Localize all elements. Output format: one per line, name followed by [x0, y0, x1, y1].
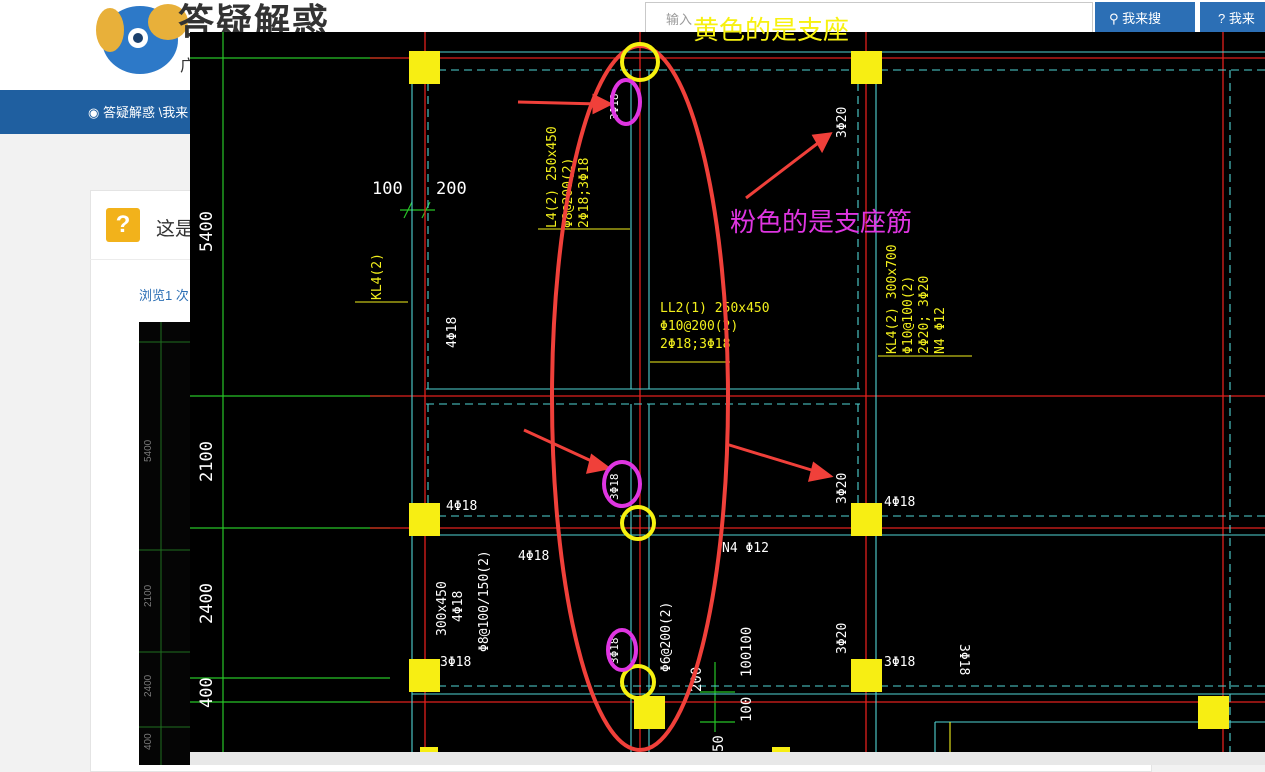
rebar-label: 4Φ18: [518, 549, 549, 564]
rebar-label: 4Φ18: [446, 499, 477, 514]
beam-label: 2Φ18;3Φ18: [660, 337, 730, 352]
column-support: [409, 659, 440, 692]
ask-button[interactable]: ? 我来: [1200, 2, 1265, 36]
rebar-markers: [602, 78, 642, 672]
cad-drawing-image[interactable]: 5400 2100 2400 400 100 200 100 100 100 2…: [190, 32, 1265, 752]
breadcrumb-text: 答疑解惑 \我来: [102, 105, 189, 120]
dimension-label: 50: [711, 735, 727, 752]
beam-label: KL4(2): [370, 253, 385, 300]
arrow-head-icon: [807, 461, 834, 482]
beam-label: 2Φ18;3Φ18: [577, 158, 592, 228]
arrow-head-icon: [585, 453, 612, 474]
dimension-label: 2100: [197, 441, 217, 482]
rebar-label: 4Φ18: [884, 495, 915, 510]
cad-drawing-canvas: 5400 2100 2400 400 100 200 100 100 100 2…: [190, 32, 1265, 752]
question-mark-icon: ?: [106, 208, 140, 242]
rebar-label: 4Φ18: [445, 317, 460, 348]
view-count: 浏览1 次: [139, 288, 189, 303]
search-icon: ⚲: [1109, 11, 1123, 26]
rebar-label: 3Φ18: [440, 655, 471, 670]
rebar-label: Φ8@100/150(2): [477, 550, 492, 652]
breadcrumb[interactable]: ◉ 答疑解惑 \我来: [88, 102, 188, 121]
rebar-label: 3Φ18: [884, 655, 915, 670]
rebar-label: 3Φ20: [835, 623, 850, 654]
rebar-label: 4Φ18: [451, 591, 466, 622]
support-rebar-annotation: 粉色的是支座筋: [730, 208, 913, 238]
column-support: [409, 503, 440, 536]
column-supports: [409, 51, 1229, 752]
beam-label: KL4(2) 300x700: [885, 244, 900, 354]
column-support: [851, 51, 882, 84]
question-title: 这是: [156, 219, 195, 240]
dimension-label: 100: [739, 627, 755, 652]
ask-button-label: 我来: [1228, 11, 1255, 26]
column-support: [634, 696, 665, 729]
thumbnail-dim-label: 5400: [143, 439, 154, 462]
rebar-label: 3Φ18: [956, 644, 971, 675]
page-footer-strip: [190, 752, 1265, 765]
search-button-label: 我来搜: [1122, 11, 1162, 26]
dimension-label: 100: [372, 179, 403, 199]
column-support: [1198, 696, 1229, 729]
column-support: [851, 659, 882, 692]
rebar-label: Φ6@200(2): [659, 602, 674, 672]
dimension-label: 100: [739, 697, 755, 722]
search-button[interactable]: ⚲ 我来搜: [1095, 2, 1195, 36]
rebar-label: N4 Φ12: [722, 541, 769, 556]
dimension-label: 5400: [197, 211, 217, 252]
beam-label: 2Φ20; 3Φ20: [917, 276, 932, 354]
arrow-head-icon: [811, 132, 833, 154]
beam-label: N4 Φ12: [933, 307, 948, 354]
dimension-label: 400: [197, 677, 217, 708]
annotation-arrows: [517, 93, 834, 482]
beam-label: Φ10@100(2): [901, 276, 916, 354]
dimension-lines: [190, 32, 735, 752]
dimension-label: 2400: [197, 583, 217, 624]
dimension-label: 200: [436, 179, 467, 199]
question-icon: ?: [1218, 11, 1229, 26]
dimension-label: 100: [739, 652, 755, 677]
support-annotation: 黄色的是支座: [693, 16, 850, 46]
beam-label: L4(2) 250x450: [545, 126, 560, 228]
rebar-label: 3Φ18: [608, 474, 621, 501]
rebar-label: 3Φ20: [835, 473, 850, 504]
beam-label: LL2(1) 250x450: [660, 301, 770, 316]
thumbnail-dim-label: 2100: [143, 584, 154, 607]
rebar-label: 3Φ20: [835, 107, 850, 138]
rebar-label: 300x450: [435, 581, 450, 636]
column-support: [851, 503, 882, 536]
location-pin-icon: ◉: [88, 105, 103, 120]
thumbnail-dim-label: 400: [143, 733, 154, 750]
thumbnail-dim-label: 2400: [143, 674, 154, 697]
column-support: [409, 51, 440, 84]
